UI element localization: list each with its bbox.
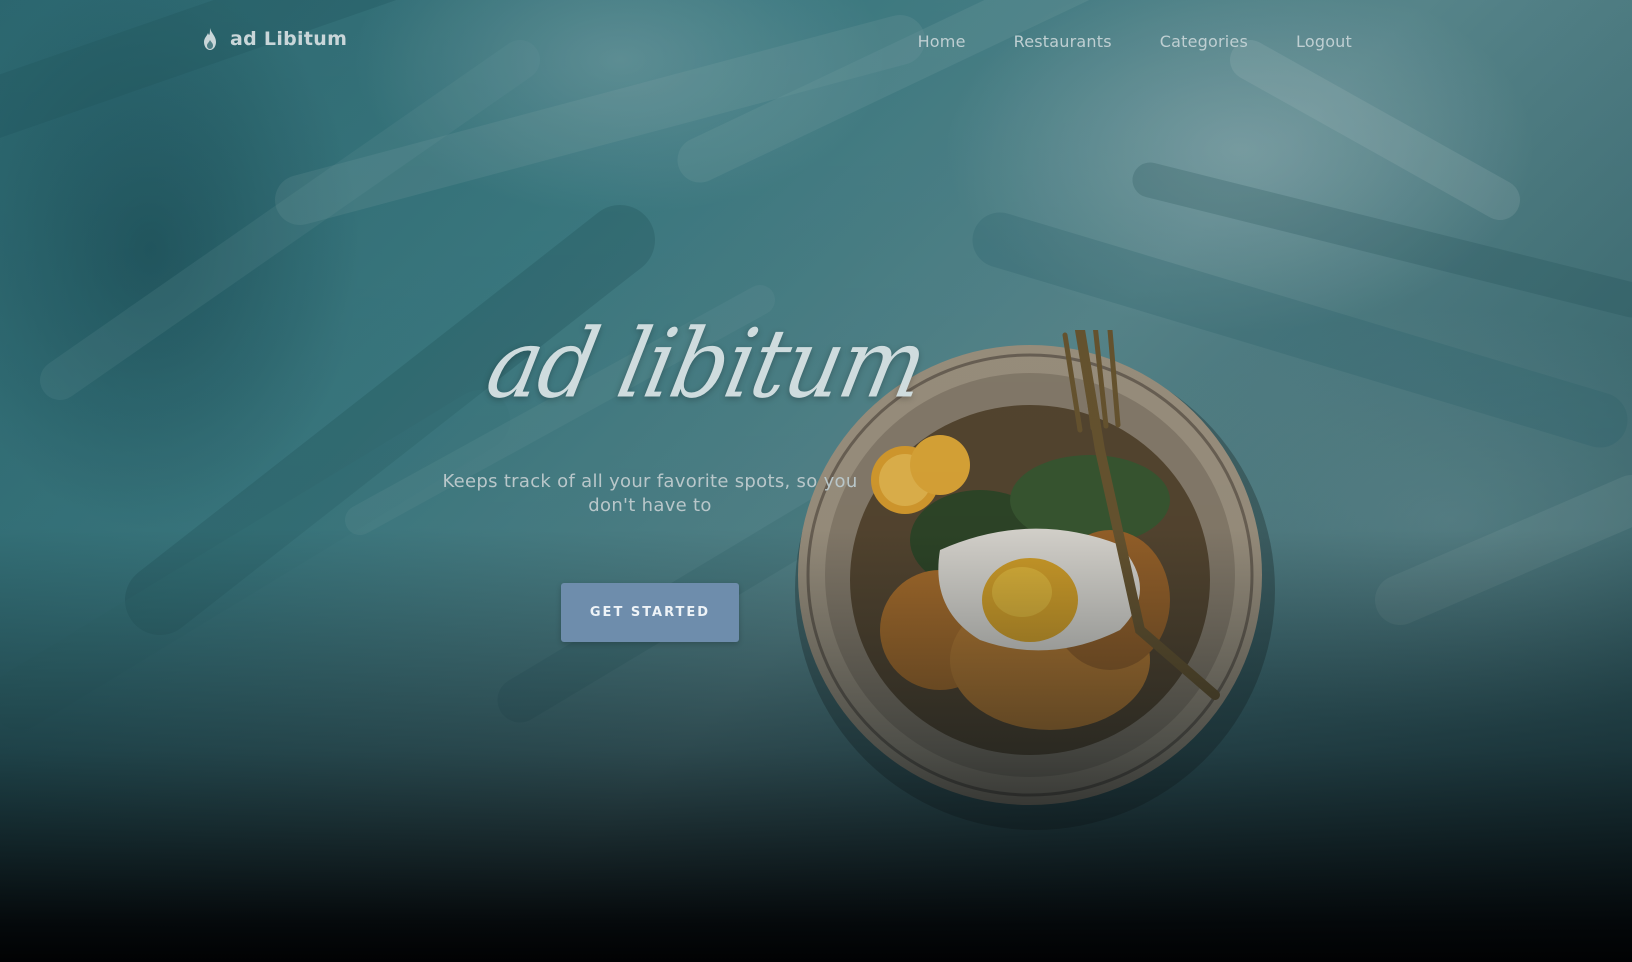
nav-link-restaurants[interactable]: Restaurants [1014, 32, 1112, 51]
nav-link-logout[interactable]: Logout [1296, 32, 1352, 51]
hero-title: ad libitum [478, 307, 935, 420]
nav-link-home[interactable]: Home [918, 32, 966, 51]
flame-icon [204, 28, 216, 50]
hero-section: ad Libitum Home Restaurants Categories L… [0, 0, 1632, 962]
brand-name: ad Libitum [230, 28, 348, 50]
hero-tagline: Keeps track of all your favorite spots, … [442, 471, 858, 516]
get-started-button[interactable]: GET STARTED [561, 583, 739, 642]
navbar: ad Libitum Home Restaurants Categories L… [0, 0, 1632, 84]
nav-links: Home Restaurants Categories Logout [918, 32, 1352, 51]
nav-link-categories[interactable]: Categories [1160, 32, 1248, 51]
brand-link[interactable]: ad Libitum [202, 28, 347, 50]
